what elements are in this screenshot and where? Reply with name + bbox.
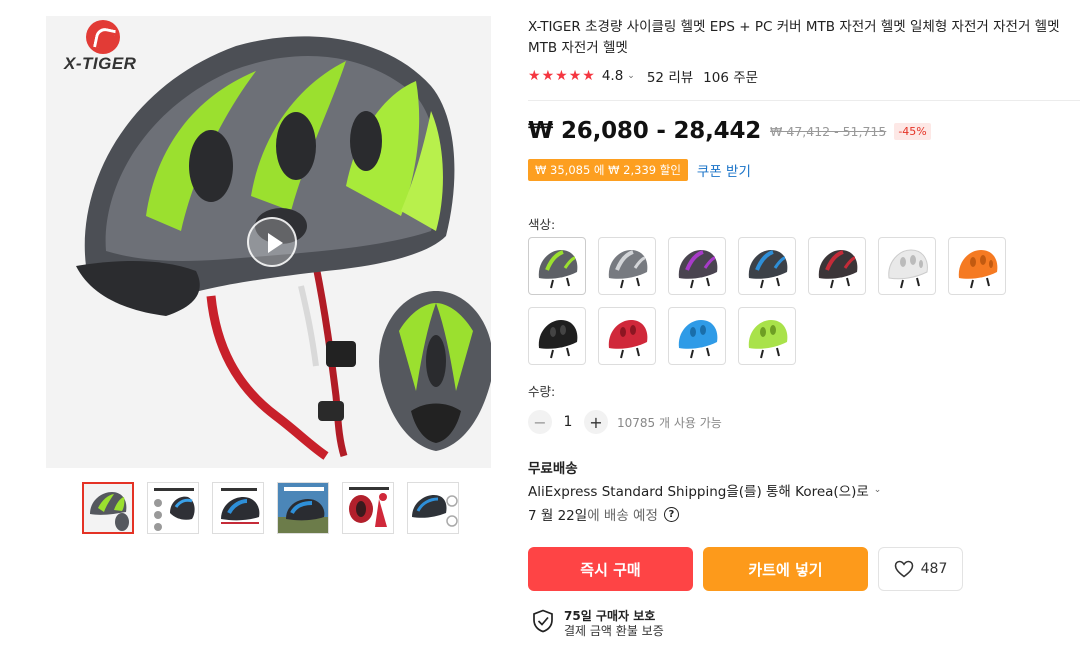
order-count: 106 주문 [703,70,759,86]
decrease-quantity-button[interactable]: − [528,410,552,434]
color-swatch-orange[interactable] [948,237,1006,295]
buy-now-button[interactable]: 즉시 구매 [528,547,693,591]
available-stock: 10785 개 사용 가능 [617,415,722,430]
star-icon: ★ [555,68,568,84]
rating-stars: ★ ★ ★ ★ ★ [528,68,595,84]
price-row: ₩ 26,080 - 28,442 ₩ 47,412 - 51,715 -45% [528,118,931,144]
wishlist-count: 487 [920,561,948,577]
rating-row: ★ ★ ★ ★ ★ 4.8 ⌄ 52 리뷰 106 주문 [528,66,758,86]
coupon-tag: ₩ 35,085 에 ₩ 2,339 할인 [528,159,688,181]
quantity-stepper: − 1 + 10785 개 사용 가능 [528,410,722,434]
shipping-method-selector[interactable]: AliExpress Standard Shipping을(를) 통해 Kore… [528,480,881,500]
helmet-swatch-image [818,250,858,289]
helmet-swatch-image [678,320,718,359]
get-coupon-link[interactable]: 쿠폰 받기 [697,160,751,180]
main-product-image[interactable]: X-TIGER [46,16,491,468]
product-title: X-TIGER 초경량 사이클링 헬멧 EPS + PC 커버 MTB 자전거 … [528,19,1060,56]
helmet-swatch-image [608,320,648,359]
current-price: ₩ 26,080 - 28,442 [528,118,762,144]
color-swatch-lime[interactable] [738,307,796,365]
star-icon: ★ [568,68,582,84]
thumbnail-strip [82,482,462,536]
chevron-down-icon[interactable]: ⌄ [627,71,635,81]
thumbnail-3[interactable] [212,482,264,534]
brand-name: X-TIGER [64,54,137,73]
quantity-value[interactable]: 1 [552,414,584,430]
wishlist-button[interactable]: 487 [878,547,963,591]
shipping-method-text: AliExpress Standard Shipping을(를) 통해 Kore… [528,484,869,500]
protection-title: 75일 구매자 보호 [564,609,656,623]
help-icon[interactable]: ? [663,506,679,522]
thumbnail-6[interactable] [407,482,459,534]
helmet-swatch-image [748,320,788,359]
original-price: ₩ 47,412 - 51,715 [770,123,887,139]
red-helmet-sheet-thumb [343,483,393,533]
star-icon: ★ [582,68,595,84]
helmet-swatch-image [958,250,998,289]
color-swatch-sky-blue[interactable] [668,307,726,365]
helmet-swatch-image [538,320,578,359]
add-to-cart-button[interactable]: 카트에 넣기 [703,547,868,591]
buyer-protection: 75일 구매자 보호 결제 금액 환불 보증 [532,609,664,639]
chevron-down-icon[interactable]: ⌄ [874,485,882,495]
star-icon: ★ [541,68,555,84]
helmet-swatch-image [538,250,578,289]
helmet-swatch-image [678,250,718,289]
increase-quantity-button[interactable]: + [584,410,608,434]
discount-badge: -45% [894,122,931,140]
rating-value[interactable]: 4.8 [602,68,623,84]
helmet-swatch-image [888,249,928,289]
delivery-estimate: 7 월 22일 에 배송 예정 ? [528,504,679,524]
thumbnail-5[interactable] [342,482,394,534]
lime-gray-helmet-thumb [84,484,132,532]
review-count-link[interactable]: 52 리뷰 [647,66,693,86]
delivery-suffix: 에 배송 예정 [587,508,658,524]
quantity-label: 수량: [528,384,556,399]
shipping-title: 무료배송 [528,461,578,477]
star-icon: ★ [528,68,541,84]
blue-helmet-scene-thumb [278,483,328,533]
color-swatch-blue[interactable] [738,237,796,295]
color-swatch-silver-gray[interactable] [598,237,656,295]
blue-helmet-feature-thumb [213,483,263,533]
divider [528,100,1080,101]
color-swatch-purple[interactable] [668,237,726,295]
color-swatch-white[interactable] [878,237,936,295]
protection-subtitle: 결제 금액 환불 보증 [564,624,664,638]
color-swatch-red-black[interactable] [808,237,866,295]
color-swatch-lime-gray[interactable] [528,237,586,295]
thumbnail-1[interactable] [82,482,134,534]
brand-logo: X-TIGER [64,20,144,76]
thumbnail-4[interactable] [277,482,329,534]
helmet-swatch-image [748,250,788,289]
color-swatch-red[interactable] [598,307,656,365]
thumbnail-2[interactable] [147,482,199,534]
heart-icon [894,560,913,578]
play-video-icon[interactable] [247,217,297,267]
color-swatch-black[interactable] [528,307,586,365]
helmet-detail-sheet-thumb [148,483,198,533]
tiger-logo-icon [86,20,120,54]
color-label: 색상: [528,217,556,232]
helmet-visor-detail-thumb [408,483,458,533]
shield-check-icon [533,609,553,633]
coupon-row: ₩ 35,085 에 ₩ 2,339 할인 쿠폰 받기 [528,159,751,181]
delivery-date: 7 월 22일 [528,508,588,524]
helmet-swatch-image [608,250,648,289]
